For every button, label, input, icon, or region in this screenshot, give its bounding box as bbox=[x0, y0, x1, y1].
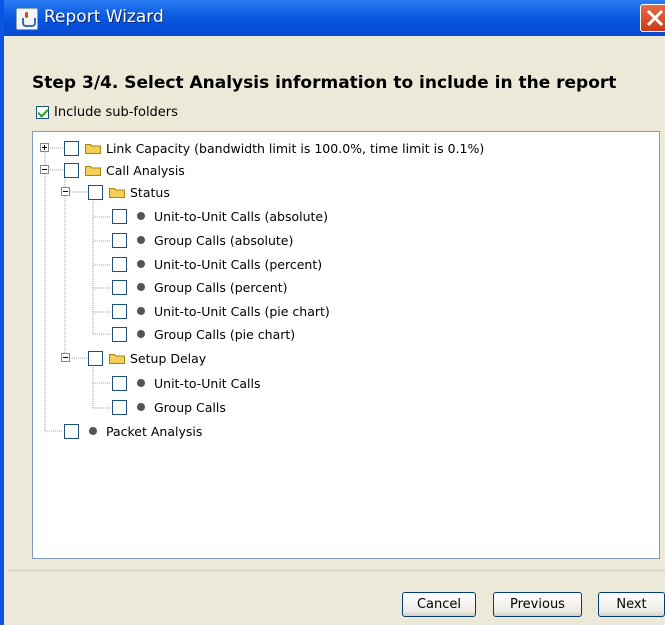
tree-item-label: Unit-to-Unit Calls (percent) bbox=[154, 256, 323, 272]
tree-item-label: Packet Analysis bbox=[106, 423, 203, 439]
report-wizard-window: Report Wizard Step 3/4. Select Analysis … bbox=[0, 0, 665, 625]
include-subfolders-label: Include sub-folders bbox=[54, 104, 178, 120]
tree-item-status[interactable]: Status bbox=[88, 183, 170, 201]
leaf-bullet-icon bbox=[137, 236, 145, 244]
tree-item-group-percent[interactable]: Group Calls (percent) bbox=[112, 278, 287, 296]
leaf-bullet-icon bbox=[137, 330, 145, 338]
leaf-bullet-icon bbox=[137, 212, 145, 220]
include-subfolders-checkbox[interactable] bbox=[36, 105, 49, 119]
leaf-bullet-icon bbox=[137, 379, 145, 387]
include-subfolders-row[interactable]: Include sub-folders bbox=[36, 104, 178, 120]
tree-checkbox[interactable] bbox=[88, 184, 103, 200]
tree-checkbox[interactable] bbox=[112, 375, 127, 391]
tree-item-call-analysis[interactable]: Call Analysis bbox=[64, 161, 185, 179]
tree-checkbox[interactable] bbox=[64, 423, 79, 439]
collapse-setup-delay-toggle[interactable] bbox=[61, 353, 70, 362]
collapse-status-toggle[interactable] bbox=[61, 187, 70, 196]
tree-item-label: Unit-to-Unit Calls (pie chart) bbox=[154, 303, 330, 319]
folder-open-icon bbox=[109, 354, 125, 364]
analysis-tree[interactable]: Link Capacity (bandwidth limit is 100.0%… bbox=[32, 131, 660, 559]
tree-item-label: Status bbox=[130, 184, 170, 200]
leaf-bullet-icon bbox=[137, 260, 145, 268]
tree-item-label: Group Calls (pie chart) bbox=[154, 326, 296, 342]
tree-item-setup-delay[interactable]: Setup Delay bbox=[88, 349, 206, 367]
tree-item-label: Call Analysis bbox=[106, 162, 185, 178]
next-button[interactable]: Next bbox=[598, 592, 665, 617]
tree-item-setup-unit-to-unit[interactable]: Unit-to-Unit Calls bbox=[112, 374, 261, 392]
tree-item-label: Unit-to-Unit Calls (absolute) bbox=[154, 208, 328, 224]
tree-item-group-absolute[interactable]: Group Calls (absolute) bbox=[112, 231, 293, 249]
tree-checkbox[interactable] bbox=[88, 350, 103, 366]
collapse-call-analysis-toggle[interactable] bbox=[40, 165, 49, 174]
title-bar[interactable]: Report Wizard bbox=[4, 0, 665, 36]
tree-item-unit-to-unit-pie[interactable]: Unit-to-Unit Calls (pie chart) bbox=[112, 302, 330, 320]
leaf-bullet-icon bbox=[137, 403, 145, 411]
tree-checkbox[interactable] bbox=[112, 399, 127, 415]
tree-item-label: Group Calls (absolute) bbox=[154, 232, 294, 248]
tree-checkbox[interactable] bbox=[112, 256, 127, 272]
tree-item-group-pie[interactable]: Group Calls (pie chart) bbox=[112, 325, 295, 343]
tree-checkbox[interactable] bbox=[112, 232, 127, 248]
leaf-bullet-icon bbox=[137, 307, 145, 315]
tree-checkbox[interactable] bbox=[112, 326, 127, 342]
previous-button[interactable]: Previous bbox=[493, 592, 582, 617]
cancel-button[interactable]: Cancel bbox=[402, 592, 476, 617]
window-title: Report Wizard bbox=[44, 7, 164, 27]
leaf-bullet-icon bbox=[137, 283, 145, 291]
close-button[interactable] bbox=[640, 4, 665, 32]
tree-item-packet-analysis[interactable]: Packet Analysis bbox=[64, 422, 202, 440]
folder-open-icon bbox=[109, 188, 125, 198]
tree-checkbox[interactable] bbox=[112, 208, 127, 224]
tree-item-label: Unit-to-Unit Calls bbox=[154, 375, 261, 391]
tree-item-setup-group[interactable]: Group Calls bbox=[112, 398, 226, 416]
tree-checkbox[interactable] bbox=[64, 140, 79, 156]
folder-open-icon bbox=[85, 166, 101, 176]
tree-item-link-capacity[interactable]: Link Capacity (bandwidth limit is 100.0%… bbox=[64, 139, 484, 157]
leaf-bullet-icon bbox=[89, 427, 97, 435]
java-cup-icon bbox=[16, 8, 38, 30]
step-heading: Step 3/4. Select Analysis information to… bbox=[32, 73, 617, 93]
tree-checkbox[interactable] bbox=[64, 162, 79, 178]
folder-icon bbox=[85, 144, 101, 154]
tree-checkbox[interactable] bbox=[112, 279, 127, 295]
tree-item-label: Group Calls (percent) bbox=[154, 279, 288, 295]
expand-link-capacity-toggle[interactable] bbox=[40, 143, 49, 152]
tree-checkbox[interactable] bbox=[112, 303, 127, 319]
footer-divider bbox=[8, 570, 665, 571]
tree-item-label: Link Capacity (bandwidth limit is 100.0%… bbox=[106, 140, 485, 156]
tree-item-label: Setup Delay bbox=[130, 350, 207, 366]
tree-item-unit-to-unit-absolute[interactable]: Unit-to-Unit Calls (absolute) bbox=[112, 207, 328, 225]
close-icon bbox=[646, 9, 664, 27]
tree-item-unit-to-unit-percent[interactable]: Unit-to-Unit Calls (percent) bbox=[112, 255, 322, 273]
tree-item-label: Group Calls bbox=[154, 399, 226, 415]
